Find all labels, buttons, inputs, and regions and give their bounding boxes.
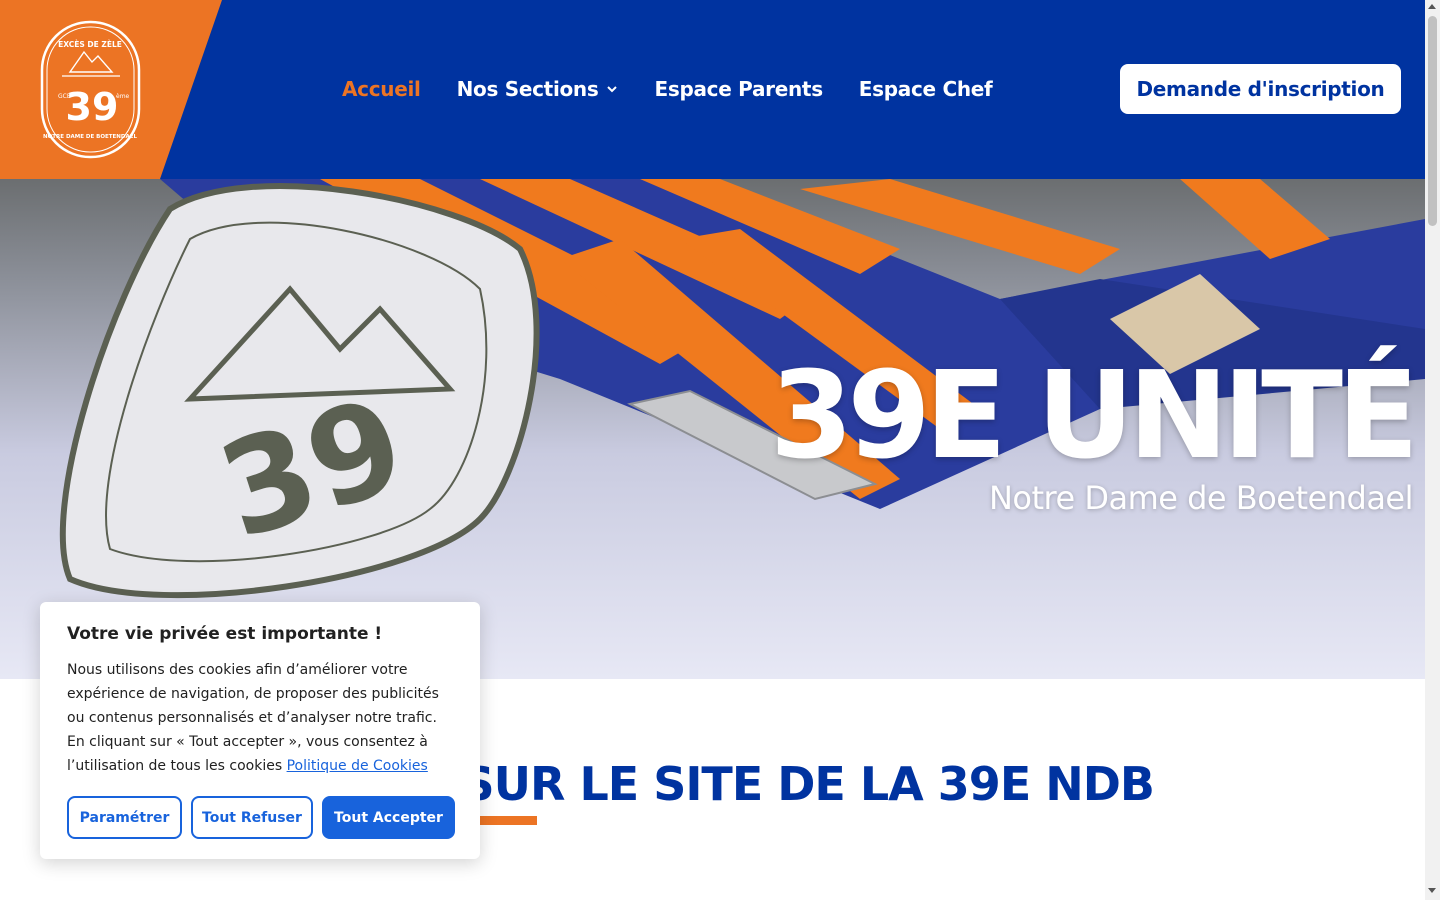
page-scrollbar[interactable] xyxy=(1425,0,1440,900)
cookie-accept-button[interactable]: Tout Accepter xyxy=(322,796,455,839)
cookie-settings-button[interactable]: Paramétrer xyxy=(67,796,182,839)
logo-bottom-text: NOTRE DAME DE BOETENDAEL xyxy=(43,134,137,140)
cookie-refuse-button[interactable]: Tout Refuser xyxy=(191,796,313,839)
registration-request-button[interactable]: Demande d'inscription xyxy=(1120,64,1401,114)
cookie-text: Nous utilisons des cookies afin d’amélio… xyxy=(67,658,454,778)
cookie-policy-link[interactable]: Politique de Cookies xyxy=(287,758,428,774)
logo-right-text: ème xyxy=(116,93,130,100)
hero-title: 39E UNITÉ xyxy=(769,347,1419,486)
nav-item-accueil[interactable]: Accueil xyxy=(342,77,421,101)
page: EXCÈS DE ZÈLE 39 GCB ème NOTRE DAME DE B… xyxy=(0,0,1425,900)
scrollbar-thumb[interactable] xyxy=(1428,16,1437,226)
logo-top-text: EXCÈS DE ZÈLE xyxy=(58,40,122,49)
cookie-consent-banner: Votre vie privée est importante ! Nous u… xyxy=(40,602,480,859)
nav-item-label: Nos Sections xyxy=(456,77,599,101)
nav-item-espace-chef[interactable]: Espace Chef xyxy=(859,77,993,101)
logo-area[interactable]: EXCÈS DE ZÈLE 39 GCB ème NOTRE DAME DE B… xyxy=(0,0,222,179)
scroll-down-arrow-icon[interactable] xyxy=(1428,888,1436,893)
unit-logo[interactable]: EXCÈS DE ZÈLE 39 GCB ème NOTRE DAME DE B… xyxy=(40,20,141,159)
chevron-down-icon xyxy=(607,86,618,93)
logo-left-text: GCB xyxy=(58,93,71,100)
nav-item-nos-sections[interactable]: Nos Sections xyxy=(457,77,619,101)
scroll-up-arrow-icon[interactable] xyxy=(1428,4,1436,9)
site-header: EXCÈS DE ZÈLE 39 GCB ème NOTRE DAME DE B… xyxy=(0,0,1425,179)
cookie-buttons: Paramétrer Tout Refuser Tout Accepter xyxy=(67,796,464,839)
cookie-title: Votre vie privée est importante ! xyxy=(67,624,383,644)
logo-number: 39 xyxy=(66,85,119,129)
main-nav: Accueil Nos Sections Espace Parents Espa… xyxy=(342,74,1028,104)
nav-item-espace-parents[interactable]: Espace Parents xyxy=(654,77,823,101)
hero-subtitle: Notre Dame de Boetendael xyxy=(988,479,1414,517)
